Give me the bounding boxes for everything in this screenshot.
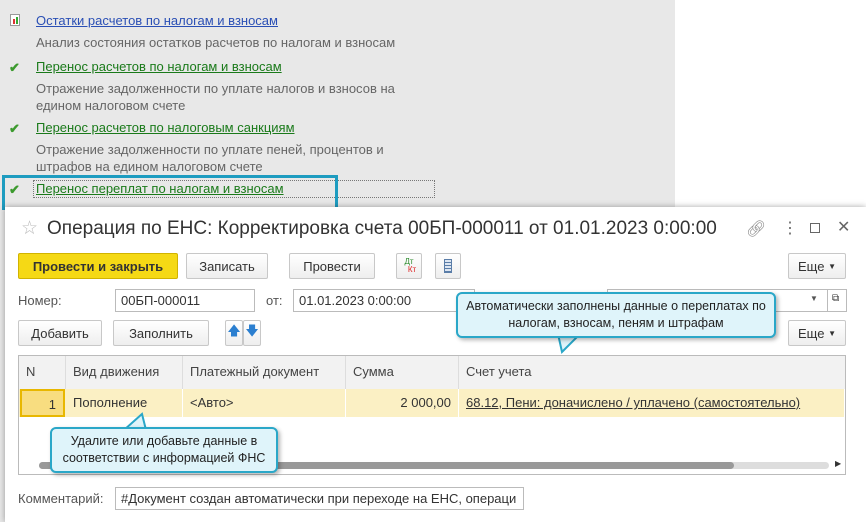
link-icon[interactable]: 🔗︎ — [746, 219, 766, 239]
more-label: Еще — [798, 325, 825, 341]
column-header-type[interactable]: Вид движения — [66, 356, 183, 389]
more-menu-icon[interactable]: ⋮ — [782, 218, 798, 238]
more-button[interactable]: Еще ▼ — [788, 253, 846, 279]
dialog-title: Операция по ЕНС: Корректировка счета 00Б… — [47, 218, 717, 239]
link-transfer-sanctions[interactable]: Перенос расчетов по налоговым санкциям — [36, 120, 295, 135]
column-header-account[interactable]: Счет учета — [459, 356, 845, 389]
post-button[interactable]: Провести — [289, 253, 375, 279]
comment-label: Комментарий: — [18, 491, 104, 506]
callout-autofilled: Автоматически заполнены данные о перепла… — [456, 292, 776, 338]
more-label: Еще — [798, 258, 825, 274]
comment-field[interactable]: #Документ создан автоматически при перех… — [115, 487, 524, 510]
fill-button[interactable]: Заполнить — [113, 320, 209, 346]
operation-dialog: ☆ Операция по ЕНС: Корректировка счета 0… — [5, 207, 866, 522]
list-icon — [444, 259, 452, 273]
column-header-n[interactable]: N — [19, 356, 66, 389]
link-balances[interactable]: Остатки расчетов по налогам и взносам — [36, 13, 278, 28]
date-field[interactable]: 01.01.2023 0:00:00 — [293, 289, 475, 312]
move-down-button[interactable]: 🡇 — [243, 320, 261, 346]
move-up-button[interactable]: 🡅 — [225, 320, 243, 346]
desc-transfer-taxes: Отражение задолженности по уплате налого… — [36, 81, 395, 113]
check-icon: ✔ — [9, 121, 20, 136]
cell-sum[interactable]: 2 000,00 — [346, 389, 459, 417]
link-transfer-taxes[interactable]: Перенос расчетов по налогам и взносам — [36, 59, 282, 74]
close-icon[interactable]: ✕ — [837, 217, 850, 237]
add-button[interactable]: Добавить — [18, 320, 102, 346]
dropdown-icon: ▼ — [828, 261, 836, 271]
check-icon: ✔ — [9, 60, 20, 75]
star-icon[interactable]: ☆ — [21, 217, 38, 240]
highlight-frame — [2, 175, 338, 210]
number-label: Номер: — [18, 293, 62, 308]
callout-edit-data: Удалите или добавьте данные в соответств… — [50, 427, 278, 473]
dt-kt-button[interactable]: Дт Кт — [396, 253, 422, 279]
post-and-close-button[interactable]: Провести и закрыть — [18, 253, 178, 279]
cell-n[interactable]: 1 — [20, 389, 65, 417]
dropdown-icon[interactable]: ▼ — [810, 294, 818, 303]
cell-doc[interactable]: <Авто> — [183, 389, 346, 417]
maximize-icon[interactable] — [810, 223, 820, 233]
cell-account[interactable]: 68.12, Пени: доначислено / уплачено (сам… — [459, 389, 845, 417]
report-list-button[interactable] — [435, 253, 461, 279]
scroll-right-icon[interactable]: ▶ — [835, 459, 841, 468]
dropdown-icon: ▼ — [828, 328, 836, 338]
number-field[interactable]: 00БП-000011 — [115, 289, 255, 312]
table-more-button[interactable]: Еще ▼ — [788, 320, 846, 346]
desc-transfer-sanctions: Отражение задолженности по уплате пеней,… — [36, 142, 384, 174]
desc-balances: Анализ состояния остатков расчетов по на… — [36, 35, 396, 50]
column-header-doc[interactable]: Платежный документ — [183, 356, 346, 389]
column-header-sum[interactable]: Сумма — [346, 356, 459, 389]
open-button[interactable]: ⧉ — [827, 289, 847, 312]
date-label: от: — [266, 293, 283, 308]
kt-label: Кт — [407, 265, 417, 274]
report-icon — [10, 14, 20, 26]
save-button[interactable]: Записать — [186, 253, 268, 279]
